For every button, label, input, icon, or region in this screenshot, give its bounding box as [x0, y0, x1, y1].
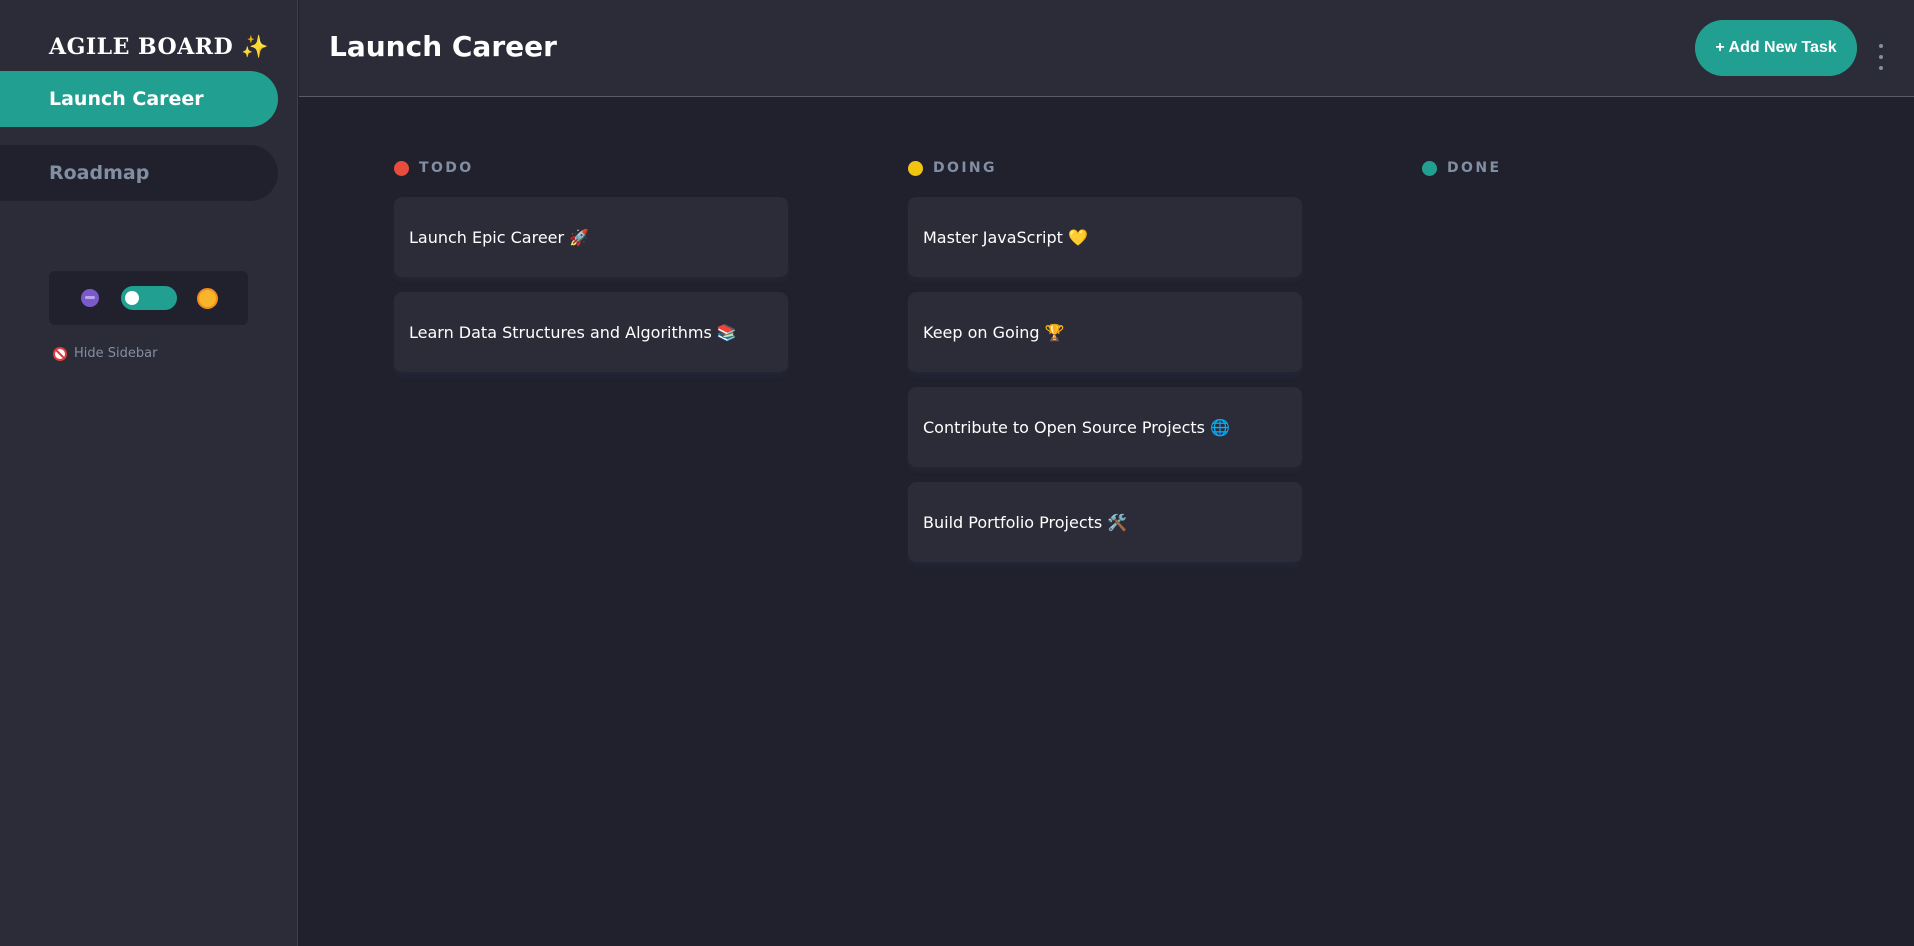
more-options-icon[interactable] [1876, 44, 1886, 70]
task-card[interactable]: Contribute to Open Source Projects 🌐 [908, 387, 1302, 467]
task-card[interactable]: Build Portfolio Projects 🛠️ [908, 482, 1302, 562]
hide-sidebar-label: Hide Sidebar [74, 346, 158, 361]
switch-knob [125, 291, 139, 305]
status-dot-icon [908, 160, 923, 176]
theme-switch[interactable] [121, 286, 177, 310]
task-card[interactable]: Master JavaScript 💛 [908, 197, 1302, 277]
moon-icon [81, 289, 99, 307]
sun-icon [199, 289, 216, 307]
board: TODO Launch Epic Career 🚀 Learn Data Str… [299, 98, 1914, 946]
add-new-task-button[interactable]: + Add New Task [1695, 20, 1857, 76]
status-dot-icon [1422, 160, 1437, 176]
prohibited-icon [53, 346, 67, 361]
sparkle-icon: ✨ [241, 35, 270, 60]
logo-text: AGILE BOARD [49, 34, 234, 60]
sidebar-item-roadmap[interactable]: Roadmap [0, 145, 278, 201]
task-title: Master JavaScript 💛 [923, 227, 1088, 247]
column-title: TODO [419, 160, 474, 176]
sidebar: AGILE BOARD ✨ Launch Career Roadmap Hide… [0, 0, 298, 946]
task-title: Learn Data Structures and Algorithms 📚 [409, 322, 737, 342]
column-header: DOING [908, 158, 1302, 178]
theme-toggle-panel [49, 271, 248, 325]
task-card[interactable]: Keep on Going 🏆 [908, 292, 1302, 372]
sidebar-item-launch-career[interactable]: Launch Career [0, 71, 278, 127]
app: AGILE BOARD ✨ Launch Career Roadmap Hide… [0, 0, 1914, 946]
column-header: DONE [1422, 158, 1816, 178]
task-title: Keep on Going 🏆 [923, 322, 1065, 342]
sidebar-item-label: Roadmap [49, 162, 150, 184]
column-title: DOING [933, 160, 997, 176]
task-card[interactable]: Launch Epic Career 🚀 [394, 197, 788, 277]
status-dot-icon [394, 160, 409, 176]
column-doing: DOING Master JavaScript 💛 Keep on Going … [908, 158, 1302, 577]
column-done: DONE [1422, 158, 1816, 197]
task-title: Contribute to Open Source Projects 🌐 [923, 417, 1230, 437]
sidebar-item-label: Launch Career [49, 88, 204, 110]
column-header: TODO [394, 158, 788, 178]
task-title: Build Portfolio Projects 🛠️ [923, 512, 1128, 532]
logo: AGILE BOARD ✨ [49, 34, 269, 60]
task-title: Launch Epic Career 🚀 [409, 227, 590, 247]
column-todo: TODO Launch Epic Career 🚀 Learn Data Str… [394, 158, 788, 387]
header: Launch Career + Add New Task [299, 0, 1914, 97]
task-card[interactable]: Learn Data Structures and Algorithms 📚 [394, 292, 788, 372]
column-title: DONE [1447, 160, 1502, 176]
hide-sidebar-button[interactable]: Hide Sidebar [53, 346, 157, 361]
board-title: Launch Career [329, 30, 557, 63]
